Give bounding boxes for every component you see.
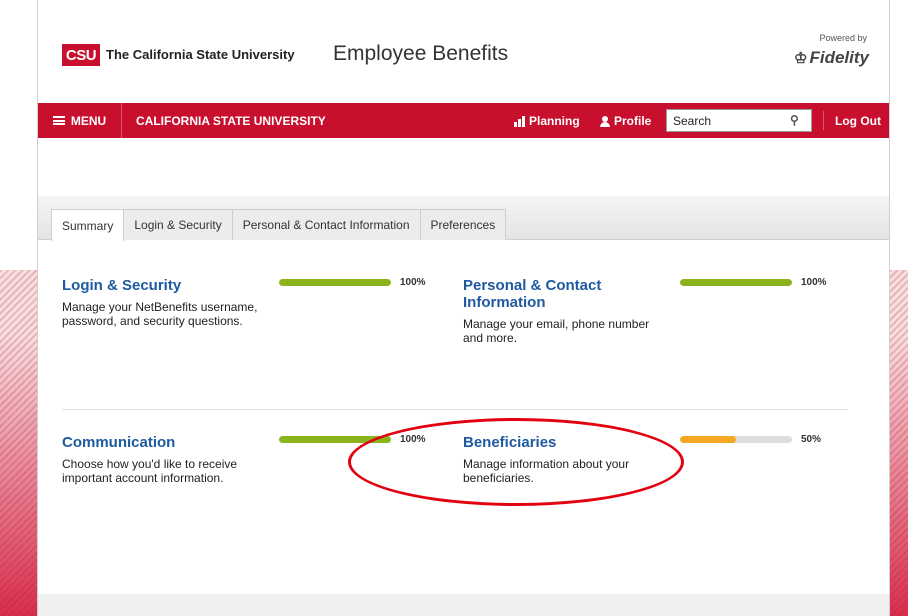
person-icon (600, 115, 610, 127)
bar-chart-icon (514, 115, 525, 127)
site-header: CSU The California State University Empl… (38, 0, 889, 103)
progress-label-beneficiaries: 50% (801, 434, 822, 445)
menu-label: MENU (70, 113, 107, 128)
page-frame: CSU The California State University Empl… (37, 0, 890, 616)
powered-by-label: Powered by (819, 33, 867, 43)
tab-summary[interactable]: Summary (51, 209, 125, 241)
tab-personal-contact[interactable]: Personal & Contact Information (231, 209, 421, 240)
org-name-link[interactable]: CALIFORNIA STATE UNIVERSITY (136, 114, 326, 128)
progress-fill-login-security (279, 279, 391, 286)
card-desc-communication: Choose how you'd like to receive importa… (62, 457, 238, 485)
left-decorative-band (0, 270, 40, 616)
main-navbar: MENU CALIFORNIA STATE UNIVERSITY Plannin… (38, 103, 889, 138)
tabs-strip: Summary Login & Security Personal & Cont… (38, 196, 889, 241)
csu-logo[interactable]: CSU (62, 44, 100, 66)
menu-button[interactable]: MENU (38, 103, 122, 138)
progress-fill-beneficiaries (680, 436, 736, 443)
card-title-communication[interactable]: Communication (62, 434, 262, 451)
progress-label-login-security: 100% (400, 277, 426, 288)
search-icon[interactable]: ⚲ (790, 113, 802, 127)
progress-fill-communication (279, 436, 391, 443)
card-communication: Communication Choose how you'd like to r… (62, 434, 262, 485)
fidelity-logo-text: Fidelity (809, 48, 869, 67)
card-desc-personal-contact: Manage your email, phone number and more… (463, 317, 650, 345)
card-title-beneficiaries[interactable]: Beneficiaries (463, 434, 663, 451)
profile-link[interactable]: Profile (600, 114, 651, 128)
logout-link[interactable]: Log Out (835, 114, 881, 128)
progress-personal-contact (680, 279, 792, 286)
progress-fill-personal-contact (680, 279, 792, 286)
tab-login-security[interactable]: Login & Security (123, 209, 233, 240)
card-beneficiaries: Beneficiaries Manage information about y… (463, 434, 663, 485)
hamburger-icon (52, 116, 65, 125)
fidelity-logo-icon: ♔ (794, 50, 808, 67)
csu-name: The California State University (106, 47, 295, 62)
card-title-login-security[interactable]: Login & Security (62, 277, 262, 294)
nav-divider (823, 111, 824, 130)
progress-beneficiaries (680, 436, 792, 443)
planning-label: Planning (529, 114, 580, 128)
card-personal-contact: Personal & Contact Information Manage yo… (463, 277, 663, 345)
site-title: Employee Benefits (333, 42, 509, 65)
progress-label-communication: 100% (400, 434, 426, 445)
card-title-personal-contact[interactable]: Personal & Contact Information (463, 277, 663, 311)
progress-label-personal-contact: 100% (801, 277, 827, 288)
progress-login-security (279, 279, 391, 286)
card-desc-beneficiaries: Manage information about your beneficiar… (463, 457, 630, 485)
progress-communication (279, 436, 391, 443)
footer-band (38, 594, 889, 616)
planning-link[interactable]: Planning (514, 114, 580, 128)
profile-tabs: Summary Login & Security Personal & Cont… (51, 209, 507, 241)
card-login-security: Login & Security Manage your NetBenefits… (62, 277, 262, 328)
fidelity-logo[interactable]: ♔ Fidelity (794, 48, 869, 68)
card-desc-login-security: Manage your NetBenefits username, passwo… (62, 300, 258, 328)
section-divider (62, 409, 848, 410)
profile-label: Profile (614, 114, 652, 128)
tab-preferences[interactable]: Preferences (419, 209, 507, 240)
